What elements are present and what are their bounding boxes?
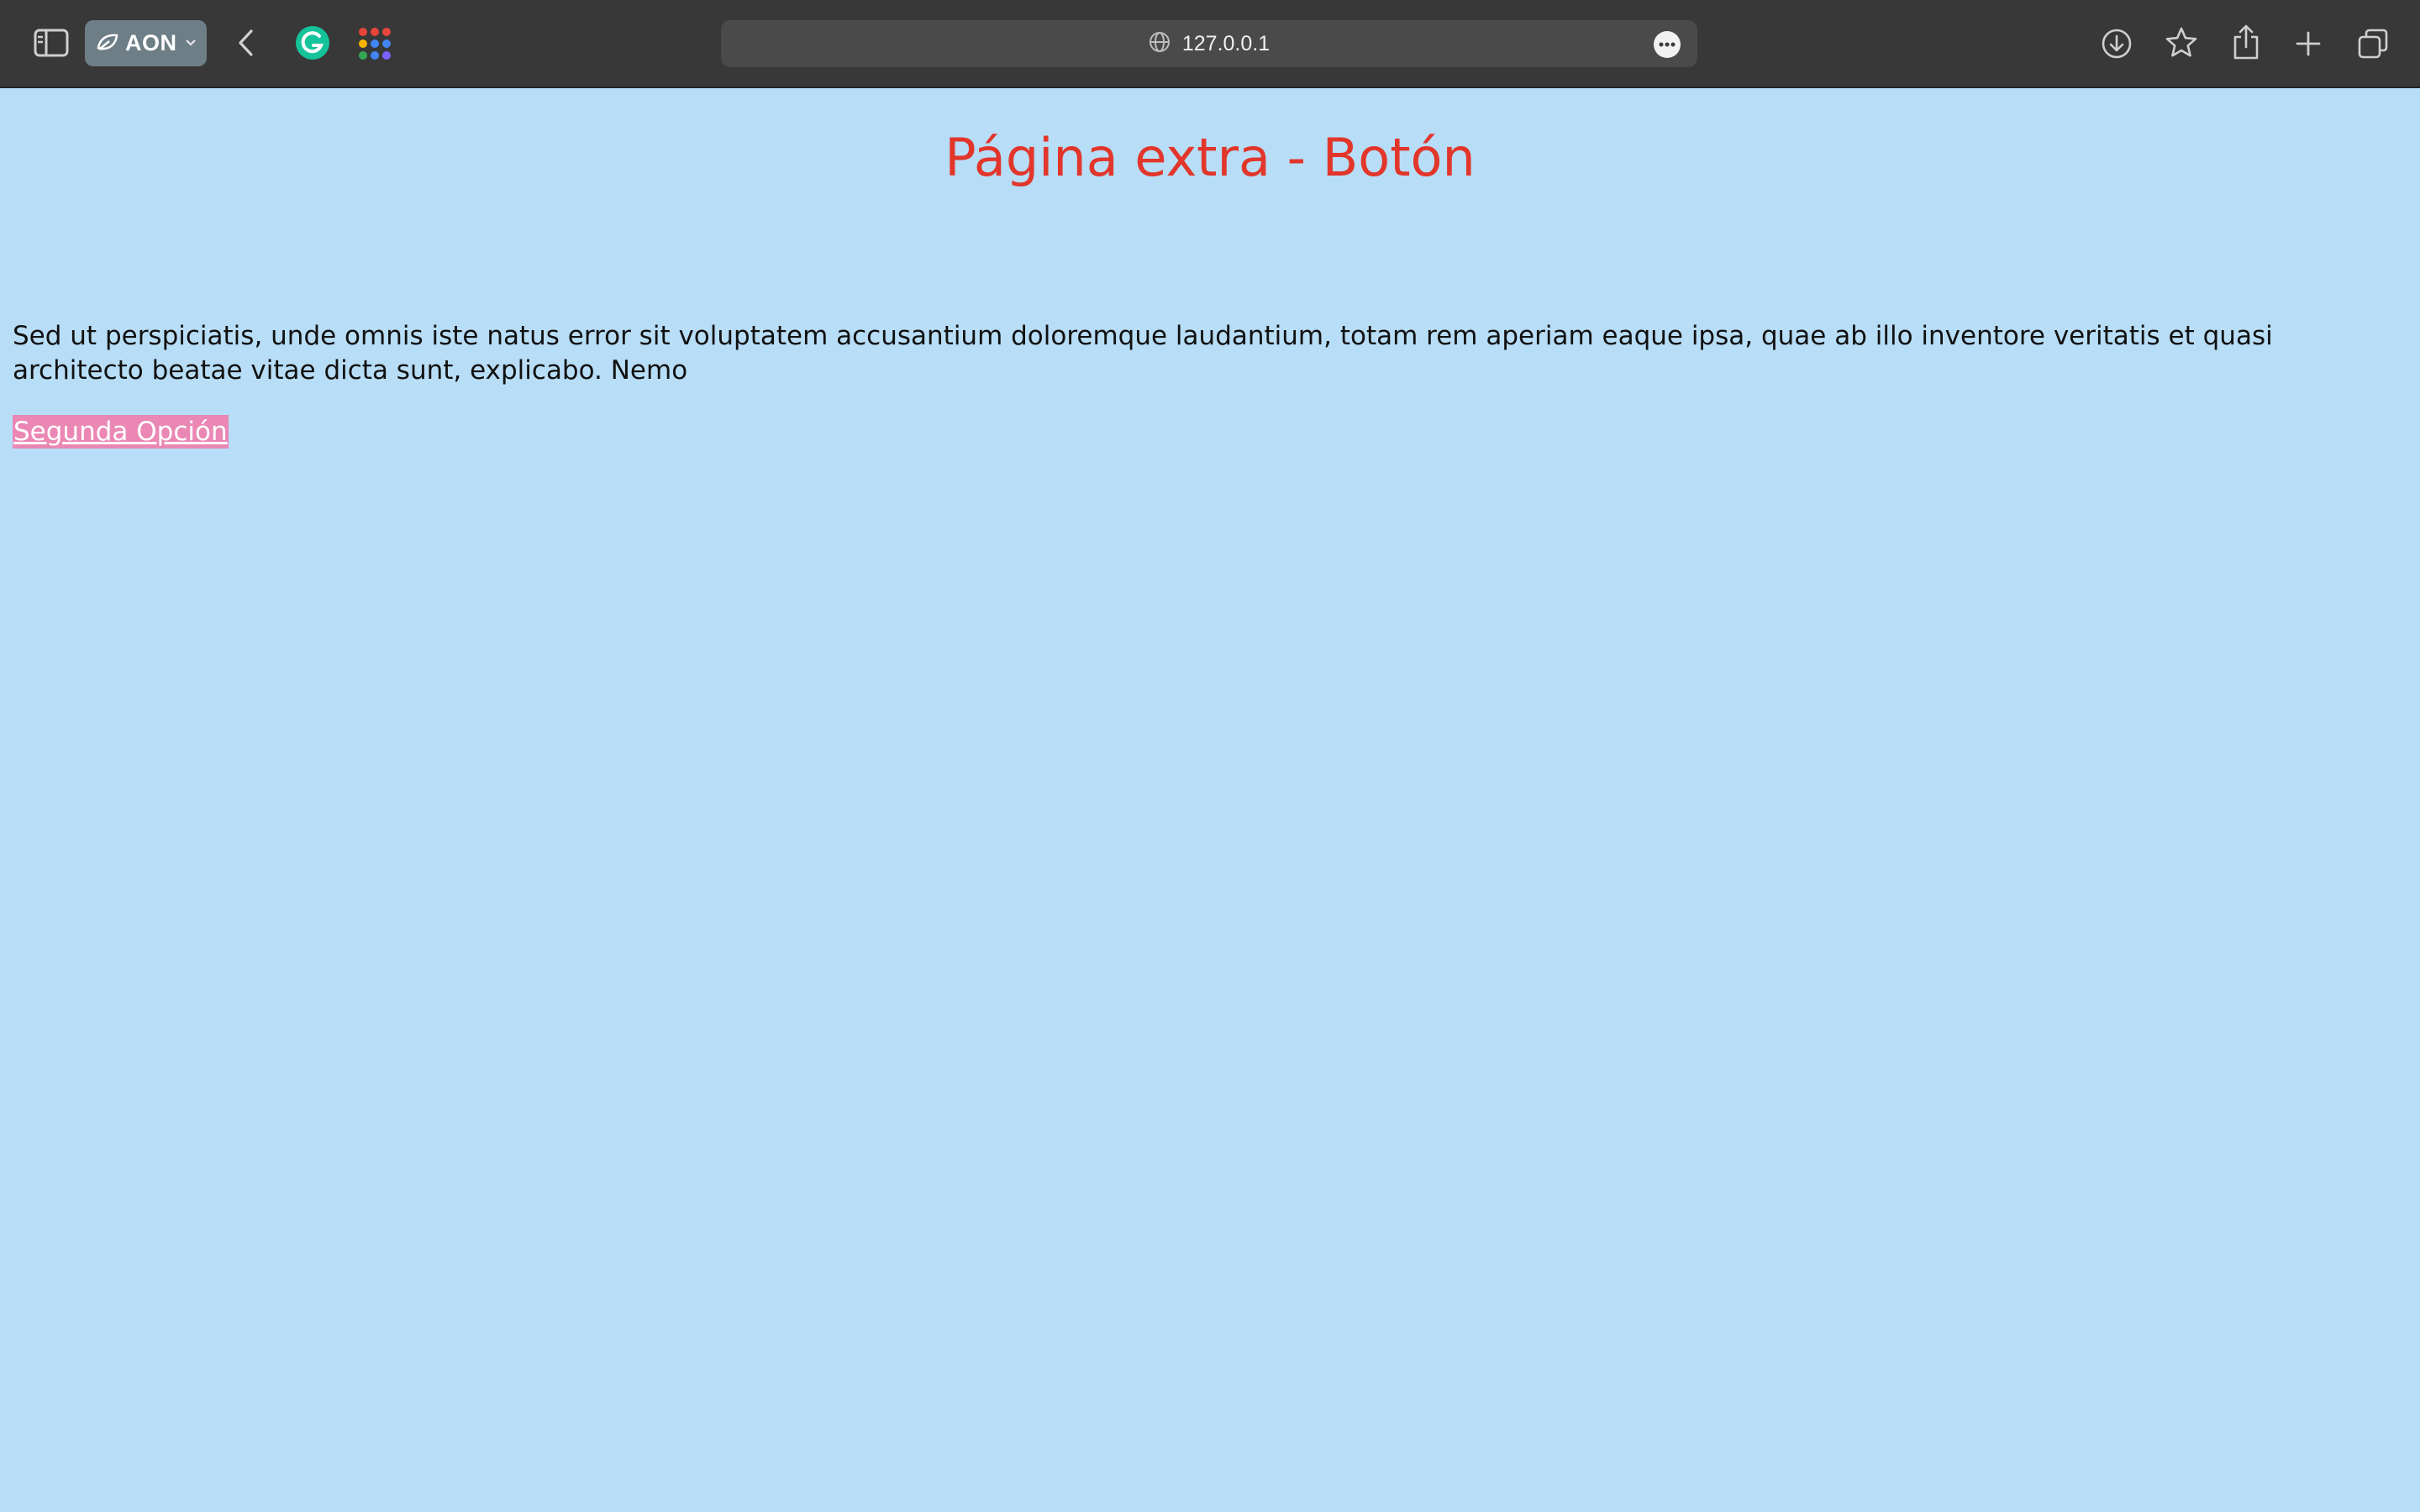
apps-grid-icon[interactable] (356, 25, 393, 62)
share-icon[interactable] (2228, 22, 2264, 62)
globe-icon (1149, 31, 1171, 56)
profile-name: AON (125, 30, 177, 55)
leaf-icon (97, 33, 118, 55)
ellipsis-icon[interactable] (1654, 31, 1681, 58)
url-text: 127.0.0.1 (1181, 31, 1270, 55)
chevron-down-icon (184, 35, 197, 51)
chevron-left-icon[interactable] (232, 24, 260, 62)
grammarly-icon[interactable] (294, 24, 331, 61)
sidebar-toggle-icon[interactable] (30, 24, 72, 62)
profile-switcher[interactable]: AON (85, 20, 207, 66)
browser-toolbar: AON 127.0.0.1 (0, 0, 2420, 88)
address-bar[interactable]: 127.0.0.1 (721, 20, 1697, 67)
star-icon[interactable] (2162, 24, 2201, 62)
page-title: Página extra - Botón (944, 127, 1476, 188)
tabs-icon[interactable] (2354, 25, 2392, 62)
download-icon[interactable] (2097, 24, 2136, 63)
plus-icon[interactable] (2291, 25, 2325, 62)
segunda-opcion-link[interactable]: Segunda Opción (13, 415, 229, 449)
body-paragraph: Sed ut perspiciatis, unde omnis iste nat… (13, 321, 2273, 386)
